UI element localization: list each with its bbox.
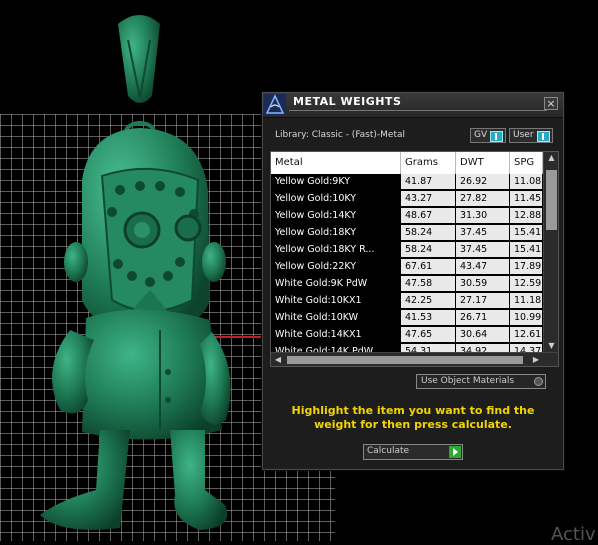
table-row[interactable]: Yellow Gold:9KY 41.87 26.92 11.08 bbox=[271, 174, 543, 191]
metal-cell: White Gold:9K PdW bbox=[271, 276, 401, 291]
metal-weights-panel: METAL WEIGHTS × Library: Classic - (Fast… bbox=[262, 92, 564, 470]
calculate-label: Calculate bbox=[367, 446, 410, 456]
dwt-cell: 37.45 bbox=[456, 225, 510, 240]
table-row[interactable]: Yellow Gold:18KY 58.24 37.45 15.41 bbox=[271, 225, 543, 242]
activation-watermark: Activ bbox=[551, 524, 596, 545]
column-header-dwt[interactable]: DWT bbox=[456, 152, 510, 174]
toggle-switch-icon bbox=[490, 131, 503, 142]
vertical-scroll-thumb[interactable] bbox=[546, 170, 557, 230]
spg-cell: 10.99 bbox=[510, 310, 543, 325]
spg-cell: 11.18 bbox=[510, 293, 543, 308]
body bbox=[82, 309, 222, 440]
user-toggle-label: User bbox=[513, 130, 534, 140]
app-logo-icon bbox=[264, 94, 286, 116]
dwt-cell: 31.30 bbox=[456, 208, 510, 223]
title-bar[interactable]: METAL WEIGHTS × bbox=[263, 93, 563, 118]
table-body: Yellow Gold:9KY 41.87 26.92 11.08 Yellow Go… bbox=[271, 174, 543, 361]
grams-cell: 42.25 bbox=[401, 293, 456, 308]
scroll-up-icon[interactable]: ▲ bbox=[544, 152, 558, 164]
metal-cell: Yellow Gold:14KY bbox=[271, 208, 401, 223]
library-label: Library: Classic - (Fast)-Metal bbox=[275, 130, 406, 140]
grams-cell: 43.27 bbox=[401, 191, 456, 206]
dwt-cell: 26.71 bbox=[456, 310, 510, 325]
toggle-switch-icon bbox=[537, 131, 550, 142]
dwt-cell: 37.45 bbox=[456, 242, 510, 257]
dwt-cell: 27.82 bbox=[456, 191, 510, 206]
calculate-button[interactable]: Calculate bbox=[363, 444, 463, 460]
grams-cell: 67.61 bbox=[401, 259, 456, 274]
table-row[interactable]: Yellow Gold:14KY 48.67 31.30 12.88 bbox=[271, 208, 543, 225]
dwt-cell: 30.59 bbox=[456, 276, 510, 291]
metal-cell: White Gold:14KX1 bbox=[271, 327, 401, 342]
metal-cell: White Gold:10KX1 bbox=[271, 293, 401, 308]
instruction-text: Highlight the item you want to find the … bbox=[291, 404, 535, 431]
table-row[interactable]: White Gold:9K PdW 47.58 30.59 12.59 bbox=[271, 276, 543, 293]
column-header-grams[interactable]: Grams bbox=[401, 152, 456, 174]
table-row[interactable]: Yellow Gold:10KY 43.27 27.82 11.45 bbox=[271, 191, 543, 208]
panel-title: METAL WEIGHTS bbox=[293, 95, 402, 108]
spg-cell: 11.45 bbox=[510, 191, 543, 206]
metal-cell: Yellow Gold:9KY bbox=[271, 174, 401, 189]
table-row[interactable]: Yellow Gold:22KY 67.61 43.47 17.89 bbox=[271, 259, 543, 276]
table-row[interactable]: White Gold:10KX1 42.25 27.17 11.18 bbox=[271, 293, 543, 310]
column-header-metal[interactable]: Metal bbox=[271, 152, 401, 174]
grams-cell: 47.65 bbox=[401, 327, 456, 342]
metal-cell: Yellow Gold:18KY R... bbox=[271, 242, 401, 257]
play-arrow-icon bbox=[449, 446, 461, 458]
spg-cell: 17.89 bbox=[510, 259, 543, 274]
vertical-scrollbar[interactable]: ▲ ▼ bbox=[543, 152, 558, 352]
horizontal-scrollbar[interactable]: ◀ ▶ bbox=[271, 352, 558, 366]
grams-cell: 48.67 bbox=[401, 208, 456, 223]
grams-cell: 41.87 bbox=[401, 174, 456, 189]
metal-cell: White Gold:10KW bbox=[271, 310, 401, 325]
dwt-cell: 26.92 bbox=[456, 174, 510, 189]
spg-cell: 11.08 bbox=[510, 174, 543, 189]
gv-toggle-label: GV bbox=[474, 130, 488, 140]
title-underline bbox=[289, 110, 547, 111]
spg-cell: 12.61 bbox=[510, 327, 543, 342]
toggle-knob-icon bbox=[534, 377, 543, 386]
use-object-materials-label: Use Object Materials bbox=[421, 376, 515, 386]
spg-cell: 12.59 bbox=[510, 276, 543, 291]
metal-cell: Yellow Gold:18KY bbox=[271, 225, 401, 240]
scroll-down-icon[interactable]: ▼ bbox=[544, 340, 558, 352]
table-row[interactable]: Yellow Gold:18KY R... 58.24 37.45 15.41 bbox=[271, 242, 543, 259]
grams-cell: 58.24 bbox=[401, 225, 456, 240]
table-header: Metal Grams DWT SPG bbox=[271, 152, 543, 174]
spg-cell: 15.41 bbox=[510, 225, 543, 240]
dwt-cell: 30.64 bbox=[456, 327, 510, 342]
horizontal-scroll-thumb[interactable] bbox=[287, 356, 523, 364]
close-icon: × bbox=[546, 97, 556, 110]
scroll-right-icon[interactable]: ▶ bbox=[529, 353, 543, 366]
dwt-cell: 27.17 bbox=[456, 293, 510, 308]
grams-cell: 41.53 bbox=[401, 310, 456, 325]
scroll-left-icon[interactable]: ◀ bbox=[271, 353, 285, 366]
spg-cell: 12.88 bbox=[510, 208, 543, 223]
grams-cell: 47.58 bbox=[401, 276, 456, 291]
metal-cell: Yellow Gold:10KY bbox=[271, 191, 401, 206]
spg-cell: 15.41 bbox=[510, 242, 543, 257]
metal-table: Metal Grams DWT SPG Yellow Gold:9KY 41.87… bbox=[270, 151, 559, 367]
dwt-cell: 43.47 bbox=[456, 259, 510, 274]
grams-cell: 58.24 bbox=[401, 242, 456, 257]
user-toggle[interactable]: User bbox=[509, 128, 553, 143]
column-header-spg[interactable]: SPG bbox=[510, 152, 543, 174]
table-row[interactable]: White Gold:14KX1 47.65 30.64 12.61 bbox=[271, 327, 543, 344]
table-row[interactable]: White Gold:10KW 41.53 26.71 10.99 bbox=[271, 310, 543, 327]
metal-cell: Yellow Gold:22KY bbox=[271, 259, 401, 274]
use-object-materials-toggle[interactable]: Use Object Materials bbox=[416, 374, 546, 389]
gv-toggle[interactable]: GV bbox=[470, 128, 506, 143]
close-button[interactable]: × bbox=[544, 97, 558, 110]
